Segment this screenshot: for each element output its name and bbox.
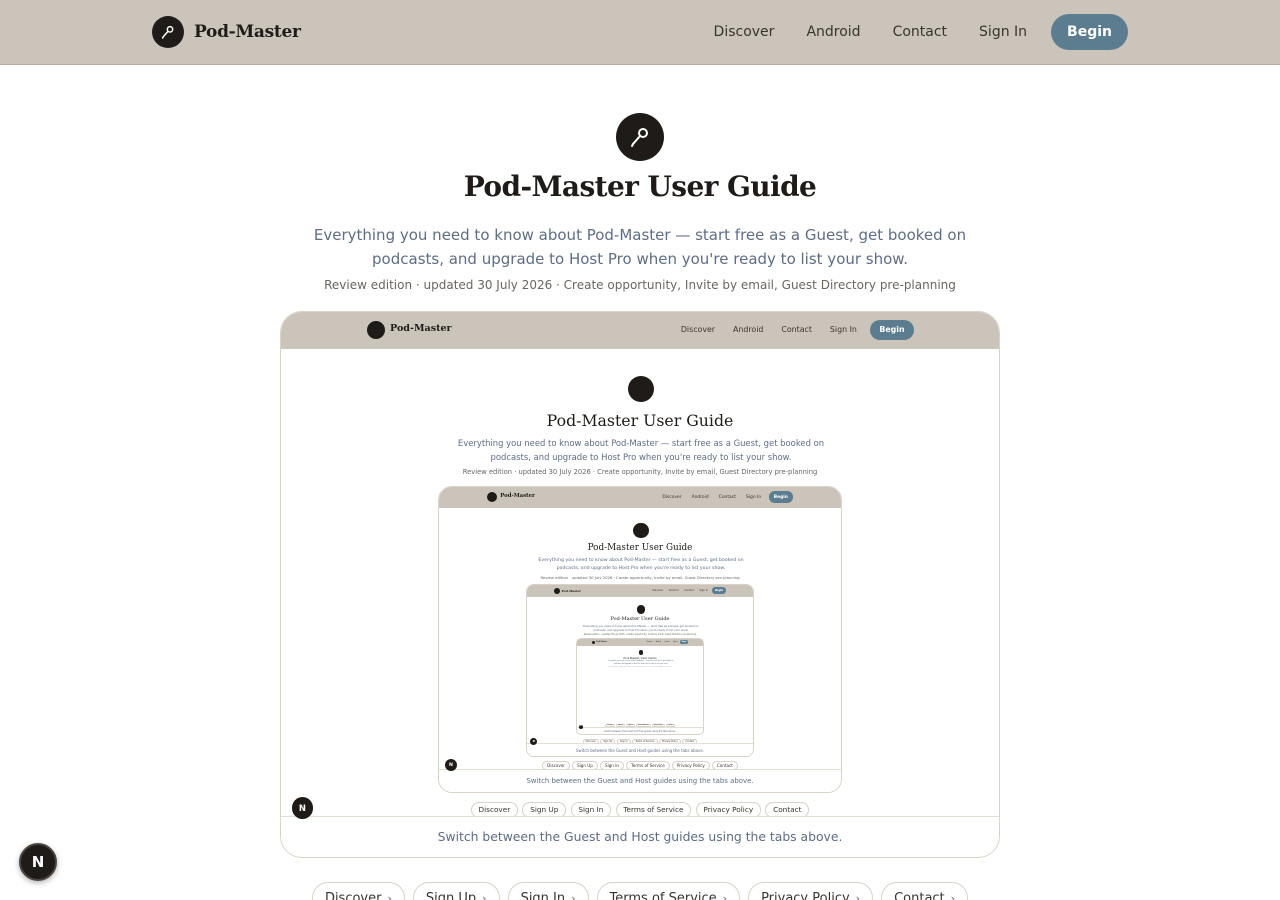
preview-footer-note: Switch between the Guest and Host guides… — [281, 815, 999, 857]
preview-brand-name: Pod-Master — [500, 493, 535, 500]
microphone-icon — [152, 16, 184, 48]
brand-name: Pod-Master — [194, 22, 301, 42]
footer-link-terms[interactable]: Terms of Service › — [596, 882, 741, 900]
preview-nav-link: Contact — [781, 325, 812, 335]
preview-nav-link: Discover — [652, 589, 664, 593]
footer-link-sign-up[interactable]: Sign Up › — [412, 882, 500, 900]
nav-contact[interactable]: Contact — [893, 24, 947, 40]
preview-top-bar: Pod-Master Discover Android Contact Sign In B… — [527, 585, 753, 597]
microphone-icon — [627, 375, 655, 403]
preview-subtitle: Everything you need to know about Pod-Ma… — [538, 558, 744, 572]
microphone-icon — [633, 522, 649, 538]
preview-nav-link: Discover — [646, 641, 653, 643]
preview-begin-button: Begin — [680, 640, 688, 644]
preview-nav-link: Sign In — [746, 494, 762, 500]
preview-nav-link: Sign In — [699, 589, 709, 593]
preview-title: Pod-Master User Guide — [587, 542, 693, 553]
footer-link-contact[interactable]: Contact › — [881, 882, 969, 900]
preview-nav-link: Contact — [664, 641, 670, 643]
chevron-right-icon: › — [387, 891, 392, 900]
preview-nav-link: Sign In — [672, 641, 678, 643]
chevron-right-icon: › — [571, 891, 576, 900]
microphone-icon — [638, 650, 644, 656]
preview-top-bar: Pod-Master Discover Android Contact Sign In B… — [439, 487, 841, 508]
preview-begin-button: Begin — [712, 587, 726, 594]
brand-link[interactable]: Pod-Master — [152, 16, 301, 48]
nav-android[interactable]: Android — [806, 24, 860, 40]
preview-subtitle: Everything you need to know about Pod-Ma… — [583, 624, 699, 632]
footer-links: Discover › Sign Up › Sign In › Terms of Ser… — [0, 882, 1280, 900]
preview-nav-link: Android — [691, 494, 709, 500]
begin-button[interactable]: Begin — [1051, 14, 1128, 50]
preview-brand-name: Pod-Master — [561, 588, 581, 593]
microphone-icon — [592, 640, 596, 644]
preview-brand-name: Pod-Master — [390, 323, 452, 335]
preview-begin-button: Begin — [870, 319, 914, 341]
top-nav-bar: Pod-Master Discover Android Contact Sign… — [0, 0, 1280, 65]
chevron-right-icon: › — [950, 891, 956, 900]
chevron-right-icon: › — [855, 891, 861, 900]
microphone-icon — [487, 492, 498, 503]
preview-nav: Discover Android Contact Sign In Begin — [652, 587, 726, 594]
chevron-right-icon: › — [482, 891, 487, 900]
page-subtitle: Everything you need to know about Pod-Ma… — [313, 226, 967, 268]
preview-nav-link: Discover — [680, 325, 716, 335]
preview-nav-link: Discover — [662, 494, 682, 500]
preview-nav-link: Android — [733, 325, 764, 335]
preview-dev-badge: N — [578, 725, 583, 729]
preview-meta: Review edition · updated 30 July 2026 · … — [584, 633, 696, 637]
preview-meta: Review edition · updated 30 July 2026 · … — [540, 574, 740, 580]
preview-begin-button: Begin — [768, 491, 793, 503]
nav-sign-in[interactable]: Sign In — [979, 24, 1027, 40]
preview-meta: Review edition · updated 30 July 2026 · … — [462, 468, 818, 477]
preview-footer-note: Switch between the Guest and Host guides… — [527, 743, 753, 756]
footer-link-sign-in[interactable]: Sign In › — [507, 882, 589, 900]
next-dev-badge[interactable]: N — [19, 843, 57, 881]
microphone-icon — [636, 605, 646, 614]
preview-nav-link: Android — [668, 589, 679, 593]
footer-link-privacy[interactable]: Privacy Policy › — [748, 882, 874, 900]
microphone-icon — [367, 320, 386, 339]
preview-top-bar: Pod-Master Discover Android Contact Sign In B… — [577, 639, 703, 646]
page-title: Pod-Master User Guide — [463, 170, 817, 203]
preview-nav-link: Contact — [684, 589, 694, 593]
nav-discover[interactable]: Discover — [714, 24, 775, 40]
preview-footer-note: Switch between the Guest and Host guides… — [577, 726, 703, 734]
preview-brand-name: Pod-Master — [596, 641, 608, 643]
preview-nav: Discover Android Contact Sign In Begin — [680, 319, 914, 341]
preview-nav-link: Android — [655, 641, 662, 643]
preview-top-bar: Pod-Master Discover Android Contact Sign In B… — [281, 312, 999, 349]
edition-meta: Review edition · updated 30 July 2026 · … — [324, 278, 956, 292]
preview-subtitle: Everything you need to know about Pod-Ma… — [608, 661, 674, 665]
preview-subtitle: Everything you need to know about Pod-Ma… — [457, 438, 825, 462]
preview-nav-link: Sign In — [829, 325, 857, 335]
footer-link-discover[interactable]: Discover › — [311, 882, 405, 900]
preview-meta: Review edition · updated 30 July 2026 · … — [608, 666, 672, 668]
preview-nav: Discover Android Contact Sign In Begin — [662, 491, 793, 503]
preview-nav-link: Contact — [718, 494, 736, 500]
microphone-icon — [616, 113, 664, 161]
microphone-icon — [554, 587, 560, 594]
preview-title: Pod-Master User Guide — [546, 410, 734, 430]
preview-title: Pod-Master User Guide — [623, 655, 657, 660]
preview-frame: Pod-Master Discover Android Contact Sign In B… — [576, 638, 704, 735]
main-nav: Discover Android Contact Sign In Begin — [714, 14, 1128, 50]
preview-nav: Discover Android Contact Sign In Begin — [647, 640, 688, 644]
preview-title: Pod-Master User Guide — [610, 616, 670, 623]
preview-footer-note: Switch between the Guest and Host guides… — [439, 768, 841, 792]
preview-dev-badge: N — [291, 797, 314, 819]
chevron-right-icon: › — [722, 891, 728, 900]
